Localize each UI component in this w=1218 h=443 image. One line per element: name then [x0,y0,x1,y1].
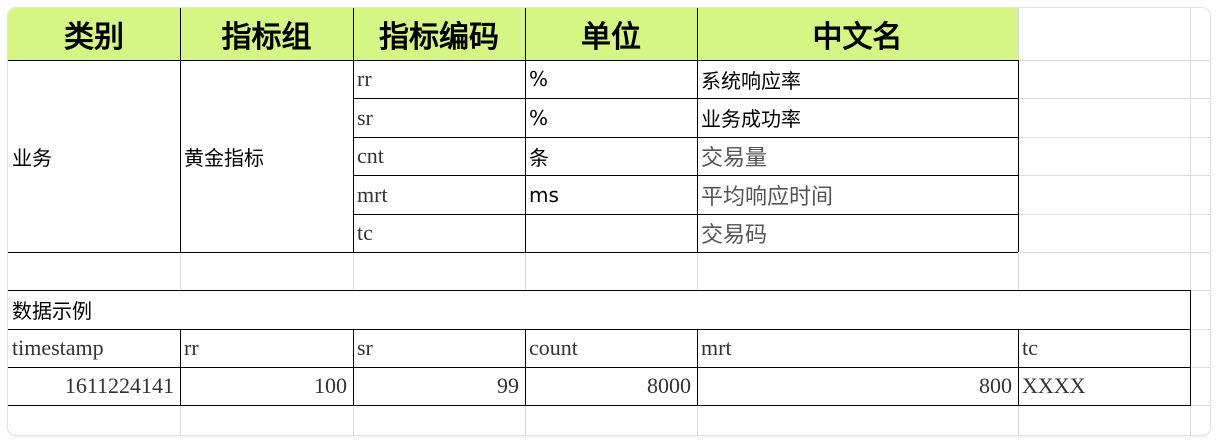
metric-unit-cell[interactable]: 条 [525,137,697,175]
table-border [353,8,354,252]
metric-unit-cell[interactable]: % [525,60,697,98]
metric-code-cell[interactable]: sr [353,98,525,137]
header-cn-name[interactable]: 中文名 [697,8,1018,60]
example-value-cell[interactable]: 8000 [525,367,697,405]
metric-name-cell[interactable]: 交易码 [697,214,1018,252]
example-column-header[interactable]: sr [353,329,525,367]
example-value-cell[interactable]: 1611224141 [8,367,180,405]
example-value-cell[interactable]: 100 [180,367,353,405]
table-border [1018,60,1019,252]
metric-code-cell[interactable]: mrt [353,175,525,214]
metric-name-cell[interactable]: 系统响应率 [697,60,1018,98]
table-border [8,60,1018,61]
metric-unit-cell[interactable] [525,214,697,252]
example-value-cell[interactable]: 99 [353,367,525,405]
example-column-header[interactable]: mrt [697,329,1018,367]
example-column-header[interactable]: timestamp [8,329,180,367]
header-category[interactable]: 类别 [8,8,180,60]
table-border [525,329,526,406]
table-border [8,252,1018,253]
table-border [8,405,1191,406]
table-border [1190,290,1191,406]
metric-code-cell[interactable]: rr [353,60,525,98]
example-column-header[interactable]: count [525,329,697,367]
example-value-cell[interactable]: XXXX [1018,367,1190,405]
table-border [353,98,1018,99]
table-border [353,329,354,406]
table-border [8,367,1191,368]
group-cell[interactable]: 黄金指标 [180,60,353,252]
metric-name-cell[interactable]: 交易量 [697,137,1018,175]
table-border [525,8,526,252]
example-column-header[interactable]: rr [180,329,353,367]
metric-code-cell[interactable]: tc [353,214,525,252]
metric-unit-cell[interactable]: % [525,98,697,137]
table-border [697,329,698,406]
table-border [353,175,1018,176]
example-column-header[interactable]: tc [1018,329,1190,367]
metric-name-cell[interactable]: 业务成功率 [697,98,1018,137]
table-border [180,329,181,406]
table-border [180,8,181,252]
header-unit[interactable]: 单位 [525,8,697,60]
metric-unit-cell[interactable]: ms [525,175,697,214]
spreadsheet-grid: 类别 指标组 指标编码 单位 中文名 业务 黄金指标 rr % 系统响应率 sr… [8,8,1210,435]
example-title[interactable]: 数据示例 [8,290,1190,329]
table-border [8,329,1191,330]
table-border [697,8,698,252]
header-code[interactable]: 指标编码 [353,8,525,60]
header-group[interactable]: 指标组 [180,8,353,60]
category-cell[interactable]: 业务 [8,60,180,252]
metric-name-cell[interactable]: 平均响应时间 [697,175,1018,214]
metric-code-cell[interactable]: cnt [353,137,525,175]
example-value-cell[interactable]: 800 [697,367,1018,405]
table-border [8,290,1191,291]
table-border [353,137,1018,138]
table-border [1018,329,1019,406]
table-border [353,214,1018,215]
